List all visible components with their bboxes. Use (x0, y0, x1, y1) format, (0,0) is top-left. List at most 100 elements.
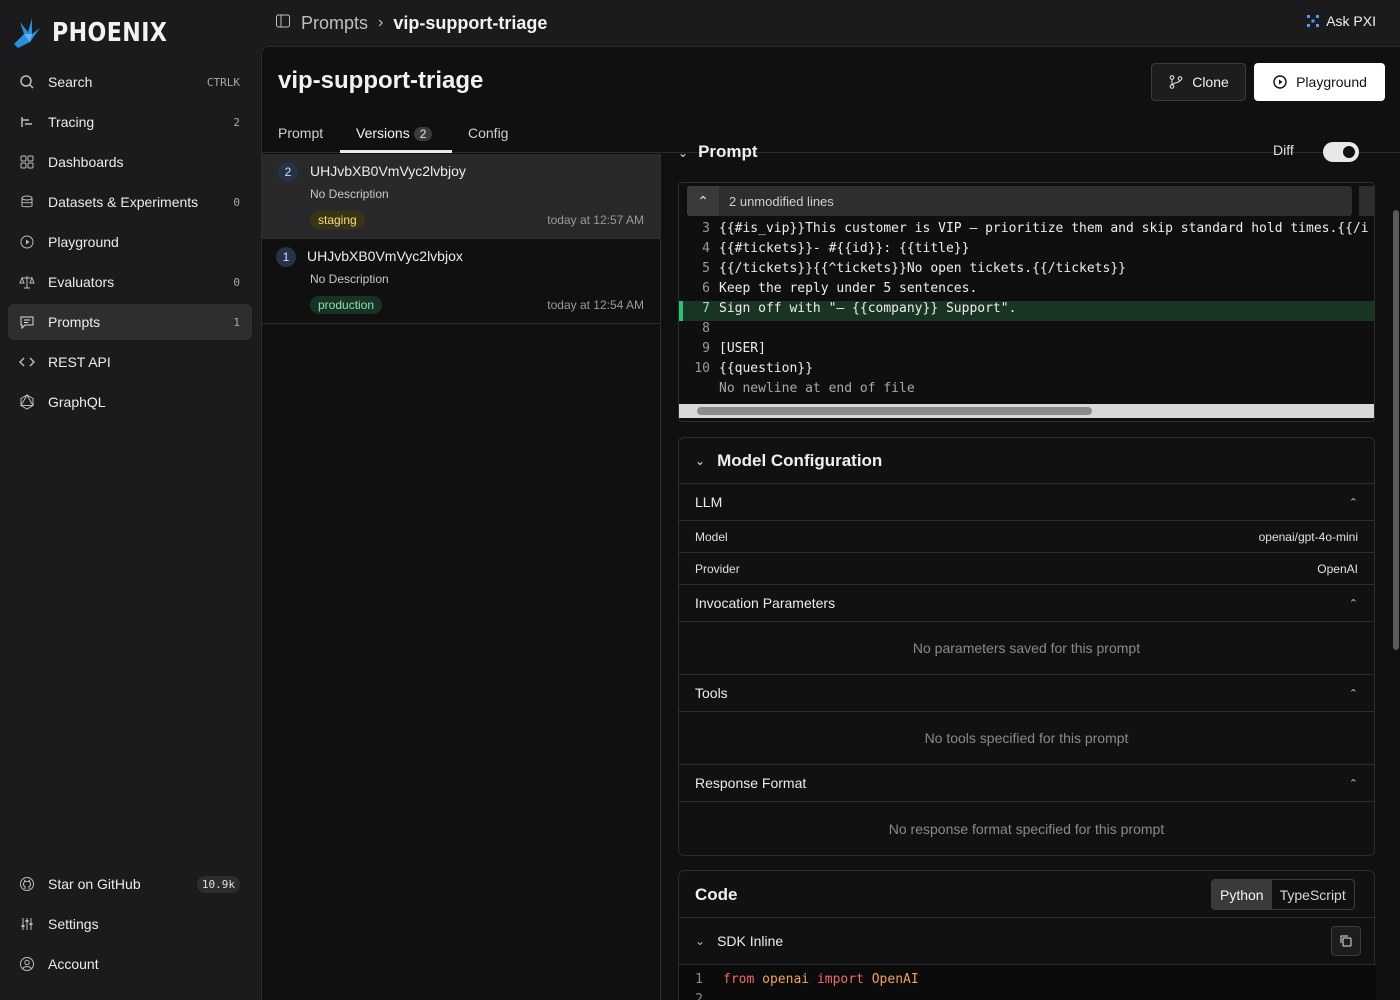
sidebar-item-search[interactable]: Search CTRLK (8, 64, 252, 100)
sidebar-item-label: Playground (48, 234, 119, 250)
sidebar-item-label: Account (48, 956, 99, 972)
copy-icon (1340, 935, 1352, 947)
count-badge: 1 (233, 315, 240, 329)
sidebar-item-label: Settings (48, 916, 99, 932)
unmodified-lines-label: 2 unmodified lines (729, 193, 834, 209)
sidebar-item-prompts[interactable]: Prompts 1 (8, 304, 252, 340)
sidebar-toggle-icon[interactable] (275, 13, 291, 34)
language-toggle: Python TypeScript (1211, 879, 1355, 910)
chevron-down-icon: ⌄ (695, 453, 706, 468)
version-timestamp: today at 12:54 AM (547, 298, 644, 312)
sidebar-item-tracing[interactable]: Tracing 2 (8, 104, 252, 140)
python-option[interactable]: Python (1212, 880, 1272, 909)
invocation-empty-state: No parameters saved for this prompt (679, 622, 1374, 675)
sidebar-item-settings[interactable]: Settings (8, 906, 252, 942)
tools-header[interactable]: Tools ⌃ (679, 675, 1374, 712)
tab-config[interactable]: Config (468, 125, 508, 141)
tracing-icon (18, 113, 36, 131)
version-number: 1 (276, 247, 296, 267)
sidebar-item-label: GraphQL (48, 394, 106, 410)
typescript-option[interactable]: TypeScript (1272, 880, 1354, 909)
unmodified-lines-bar-right (1359, 186, 1374, 216)
version-id: UHJvbXB0VmVyc2lvbjox (307, 248, 463, 264)
diff-code-lines: 3 {{#is_vip}}This customer is VIP — prior… (679, 221, 1374, 401)
sidebar-item-label: Tracing (48, 114, 95, 130)
sidebar-item-label: Prompts (48, 314, 101, 330)
code-line: 8 (702, 321, 710, 336)
tab-versions[interactable]: Versions 2 (356, 125, 433, 141)
app-root: PHOENIX Search CTRLK Tracing 2 Dashboard… (0, 0, 1400, 1000)
chevron-down-icon: ⌄ (695, 934, 706, 948)
versions-list: 2 UHJvbXB0VmVyc2lvbjoy No Description st… (262, 154, 661, 1000)
version-description: No Description (310, 187, 389, 201)
logo[interactable]: PHOENIX (10, 14, 188, 52)
ask-pxi-label: Ask PXI (1326, 13, 1376, 29)
llm-section-header[interactable]: LLM ⌃ (679, 484, 1374, 521)
settings-icon (18, 915, 36, 933)
dashboard-icon (18, 153, 36, 171)
clone-button[interactable]: Clone (1151, 63, 1246, 101)
response-format-header[interactable]: Response Format ⌃ (679, 765, 1374, 802)
count-badge: 2 (233, 115, 240, 129)
scrollbar-thumb[interactable] (1393, 210, 1399, 650)
version-id: UHJvbXB0VmVyc2lvbjoy (310, 163, 466, 179)
sparkle-icon (1307, 15, 1320, 27)
version-tag: production (310, 296, 383, 314)
clone-label: Clone (1192, 74, 1229, 90)
code-icon (18, 353, 36, 371)
invocation-parameters-header[interactable]: Invocation Parameters ⌃ (679, 585, 1374, 622)
code-line: 9 [USER] (702, 341, 766, 356)
diff-label: Diff (1273, 142, 1294, 158)
play-icon (18, 233, 36, 251)
copy-button[interactable] (1331, 926, 1361, 956)
model-configuration-title: Model Configuration (717, 450, 883, 470)
tab-prompt[interactable]: Prompt (278, 125, 323, 141)
unmodified-lines-bar[interactable]: ⌃ 2 unmodified lines (687, 186, 1352, 216)
sdk-inline-header[interactable]: ⌄ SDK Inline (679, 917, 1376, 964)
chevron-right-icon: › (378, 14, 384, 31)
scrollbar-thumb[interactable] (697, 407, 1092, 415)
ask-pxi-button[interactable]: Ask PXI (1306, 13, 1376, 29)
vertical-scrollbar[interactable] (1391, 154, 1400, 1000)
playground-label: Playground (1296, 74, 1367, 90)
provider-value: OpenAI (1317, 561, 1358, 576)
tools-title: Tools (695, 685, 728, 701)
sidebar-item-playground[interactable]: Playground (8, 224, 252, 260)
top-bar: Prompts › vip-support-triage Ask PXI (261, 0, 1400, 46)
logo-text: PHOENIX (52, 18, 168, 48)
code-line: 3 {{#is_vip}}This customer is VIP — prior… (702, 221, 1369, 236)
chevron-up-icon: ⌃ (687, 186, 719, 216)
sidebar-item-label: Evaluators (48, 274, 115, 290)
sidebar-item-datasets[interactable]: Datasets & Experiments 0 (8, 184, 252, 220)
sidebar-item-label: Datasets & Experiments (48, 194, 199, 210)
sidebar-item-account[interactable]: Account (8, 946, 252, 982)
no-newline-note: No newline at end of file (719, 381, 915, 396)
count-badge: 0 (233, 275, 240, 289)
llm-title: LLM (695, 494, 723, 510)
chevron-down-icon: ⌄ (678, 146, 689, 160)
main-content: vip-support-triage Clone Playground Prom… (261, 46, 1400, 1000)
horizontal-scrollbar[interactable] (679, 404, 1374, 418)
response-format-empty-state: No response format specified for this pr… (888, 820, 1165, 837)
code-line: 5 {{/tickets}}{{^tickets}}No open tickets… (702, 261, 1126, 276)
sidebar-item-evaluators[interactable]: Evaluators 0 (8, 264, 252, 300)
sidebar-bottom: Star on GitHub 10.9k Settings Account (8, 866, 252, 986)
code-line-added: 7 Sign off with "— {{company}} Support". (679, 301, 1374, 321)
version-item[interactable]: 1 UHJvbXB0VmVyc2lvbjox No Description pr… (262, 239, 660, 324)
playground-button[interactable]: Playground (1254, 63, 1385, 101)
page-title: vip-support-triage (278, 67, 484, 94)
sidebar-item-github[interactable]: Star on GitHub 10.9k (8, 866, 252, 902)
model-configuration-header[interactable]: ⌄ Model Configuration (679, 438, 1374, 484)
sidebar-item-graphql[interactable]: GraphQL (8, 384, 252, 420)
prompt-section-header[interactable]: ⌄ Prompt Diff (678, 142, 1374, 164)
invocation-title: Invocation Parameters (695, 595, 836, 611)
sidebar-item-dashboards[interactable]: Dashboards (8, 144, 252, 180)
sidebar-item-label: Search (48, 74, 93, 90)
search-icon (18, 73, 36, 91)
version-item[interactable]: 2 UHJvbXB0VmVyc2lvbjoy No Description st… (262, 154, 660, 239)
branch-icon (1169, 75, 1183, 89)
diff-toggle[interactable] (1323, 142, 1359, 162)
breadcrumb-prompts-link[interactable]: Prompts (301, 13, 368, 34)
sidebar-item-rest-api[interactable]: REST API (8, 344, 252, 380)
version-number: 2 (278, 162, 298, 182)
